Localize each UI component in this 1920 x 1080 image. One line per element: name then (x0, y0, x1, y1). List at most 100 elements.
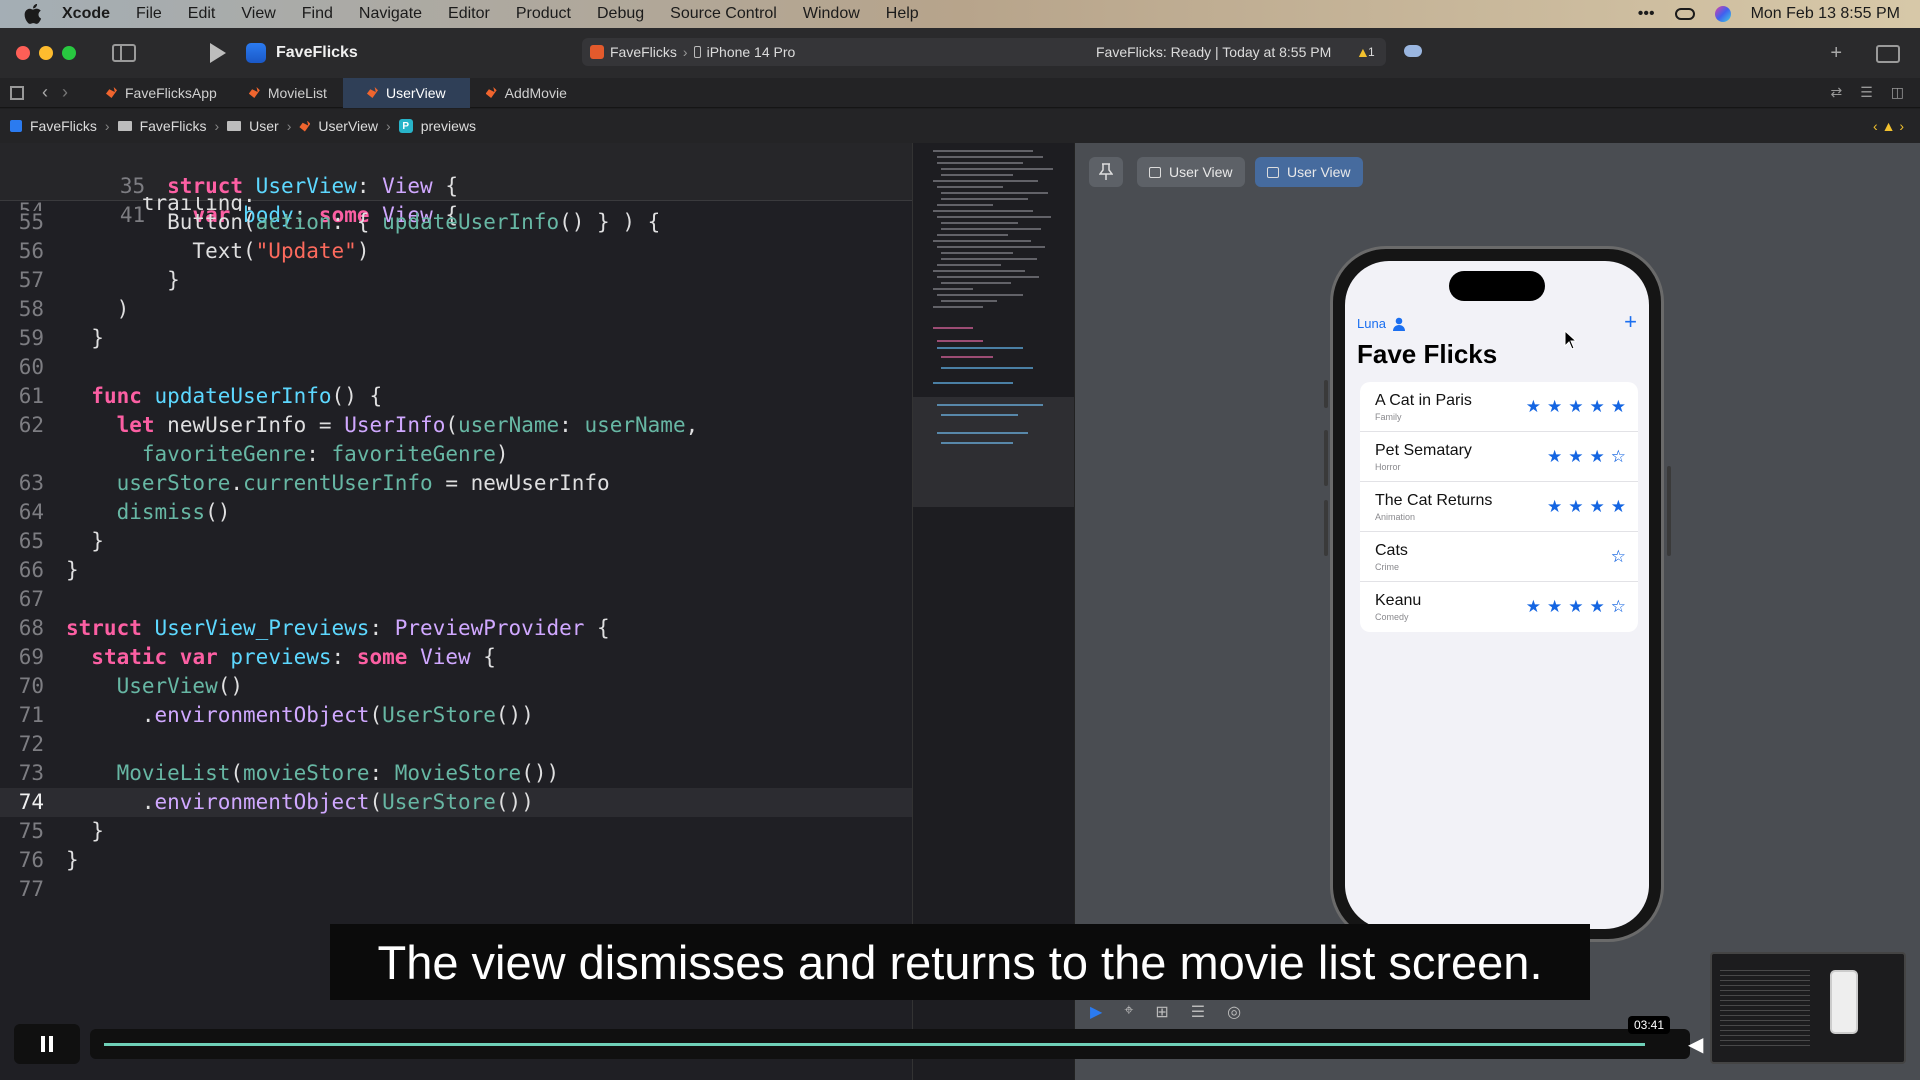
video-thumbnail-preview (1710, 952, 1906, 1064)
menu-edit[interactable]: Edit (188, 5, 216, 23)
movie-genre: Comedy (1375, 612, 1409, 622)
warning-count[interactable]: 1 (1368, 45, 1375, 59)
code-line: 75 } (18, 819, 104, 843)
breadcrumb-symbol[interactable]: previews (421, 118, 476, 134)
chevron-right-icon: › (682, 44, 688, 60)
menu-product[interactable]: Product (516, 5, 571, 23)
screen-title: Fave Flicks (1357, 339, 1498, 369)
swift-file-icon (366, 87, 378, 98)
back-icon[interactable]: ‹ (42, 82, 48, 103)
run-button[interactable] (210, 43, 226, 63)
preview-variant-label: User View (1169, 164, 1233, 180)
code-line: 76} (18, 848, 79, 872)
minimap-visible-region[interactable] (913, 397, 1075, 507)
iphone-preview: Luna + Fave Flicks A Cat in Paris Family … (1330, 246, 1664, 942)
minimize-window-button[interactable] (39, 46, 53, 60)
breadcrumb-group[interactable]: FaveFlicks (140, 118, 207, 134)
code-line: 62 let newUserInfo = UserInfo(userName: … (18, 413, 699, 437)
folder-icon (117, 121, 132, 131)
pause-button[interactable] (14, 1024, 80, 1064)
project-name: FaveFlicks (276, 44, 358, 61)
list-item[interactable]: Cats Crime ☆ (1360, 532, 1638, 582)
star-rating: ☆ (1611, 547, 1626, 567)
menubar-clock[interactable]: Mon Feb 13 8:55 PM (1751, 5, 1900, 23)
toggle-navigator-icon[interactable] (112, 44, 136, 62)
menu-find[interactable]: Find (302, 5, 333, 23)
preview-variant-2[interactable]: User View (1255, 157, 1363, 187)
forward-icon[interactable]: › (62, 82, 68, 103)
person-icon (1392, 317, 1405, 331)
list-item[interactable]: Keanu Comedy ★ ★ ★ ★ ☆ (1360, 582, 1638, 632)
tab-movielist[interactable]: MovieList (233, 78, 343, 108)
phone-side-button (1667, 466, 1671, 556)
scheme-name[interactable]: FaveFlicks (610, 44, 677, 60)
tab-addmovie[interactable]: AddMovie (470, 78, 583, 108)
menu-editor[interactable]: Editor (448, 5, 490, 23)
star-filled-icon: ★ (1610, 396, 1626, 416)
video-timestamp: 03:41 (1628, 1016, 1671, 1034)
volume-icon[interactable]: ◀ (1688, 1032, 1703, 1057)
apple-menu-icon[interactable] (22, 3, 44, 25)
project-title: FaveFlicks (246, 43, 358, 63)
phone-side-button (1324, 380, 1328, 408)
code-line: 70 UserView() (18, 674, 244, 698)
breadcrumb-file[interactable]: UserView (318, 118, 378, 134)
split-editor-icon[interactable]: ◫ (1891, 84, 1904, 101)
pause-icon (41, 1036, 45, 1052)
control-center-icon[interactable] (1674, 8, 1695, 20)
menu-debug[interactable]: Debug (597, 5, 644, 23)
menu-app-name[interactable]: Xcode (62, 5, 110, 23)
star-filled-icon: ★ (1589, 446, 1605, 466)
code-line: 66} (18, 558, 79, 582)
star-filled-icon: ★ (1547, 496, 1563, 516)
video-caption: The view dismisses and returns to the mo… (330, 924, 1590, 1000)
pin-preview-button[interactable] (1089, 157, 1123, 187)
video-progress-track[interactable] (90, 1029, 1690, 1059)
tab-faveflicksapp[interactable]: FaveFlicksApp (90, 78, 233, 108)
more-menu-icon[interactable]: ••• (1638, 5, 1655, 23)
zoom-window-button[interactable] (62, 46, 76, 60)
menu-source-control[interactable]: Source Control (670, 5, 777, 23)
movie-title: Cats (1375, 541, 1408, 559)
star-filled-icon: ★ (1568, 496, 1584, 516)
menu-help[interactable]: Help (886, 5, 919, 23)
editor-options-icon[interactable]: ☰ (1860, 84, 1873, 101)
jump-bar: FaveFlicks › FaveFlicks › User › UserVie… (0, 109, 1920, 143)
user-nav-button[interactable]: Luna (1357, 316, 1406, 331)
toggle-inspector-icon[interactable] (1876, 44, 1900, 63)
menu-view[interactable]: View (241, 5, 275, 23)
scheme-status-bar[interactable]: FaveFlicks › iPhone 14 Pro FaveFlicks: R… (582, 38, 1422, 66)
window-toolbar: FaveFlicks FaveFlicks › iPhone 14 Pro Fa… (0, 28, 1920, 78)
build-status: FaveFlicks: Ready | Today at 8:55 PM (1096, 44, 1332, 60)
grid-icon[interactable] (10, 85, 24, 100)
related-items-icon[interactable]: ⇄ (1830, 84, 1842, 101)
siri-icon[interactable] (1714, 6, 1731, 22)
list-item[interactable]: Pet Sematary Horror ★ ★ ★ ☆ (1360, 432, 1638, 482)
cloud-icon[interactable] (1404, 45, 1422, 57)
list-item[interactable]: A Cat in Paris Family ★ ★ ★ ★ ★ (1360, 382, 1638, 432)
movie-list: A Cat in Paris Family ★ ★ ★ ★ ★ Pet Sematary H… (1360, 382, 1638, 632)
warning-nav-icon[interactable]: ‹ ▲ › (1873, 118, 1904, 134)
star-rating: ★ ★ ★ ★ ★ (1526, 397, 1626, 417)
movie-title: The Cat Returns (1375, 491, 1493, 509)
code-line: 61 func updateUserInfo() { (18, 384, 383, 408)
breadcrumb-project[interactable]: FaveFlicks (30, 118, 97, 134)
close-window-button[interactable] (16, 46, 30, 60)
run-destination[interactable]: iPhone 14 Pro (707, 44, 796, 60)
code-line: 65 } (18, 529, 104, 553)
add-movie-icon[interactable]: + (1624, 309, 1637, 335)
menu-file[interactable]: File (136, 5, 162, 23)
star-filled-icon: ★ (1547, 597, 1563, 616)
menu-navigate[interactable]: Navigate (359, 5, 422, 23)
tab-label: UserView (385, 84, 446, 101)
swift-file-icon (485, 87, 497, 98)
menu-window[interactable]: Window (803, 5, 860, 23)
tab-userview[interactable]: UserView (342, 77, 470, 108)
preview-variant-1[interactable]: User View (1137, 157, 1245, 187)
add-library-icon[interactable]: + (1830, 42, 1842, 65)
list-item[interactable]: The Cat Returns Animation ★ ★ ★ ★ (1360, 482, 1638, 532)
breadcrumb-folder[interactable]: User (249, 118, 279, 134)
star-rating: ★ ★ ★ ★ ☆ (1526, 597, 1626, 617)
pin-icon (1099, 163, 1113, 180)
code-line: 72 (18, 732, 44, 756)
